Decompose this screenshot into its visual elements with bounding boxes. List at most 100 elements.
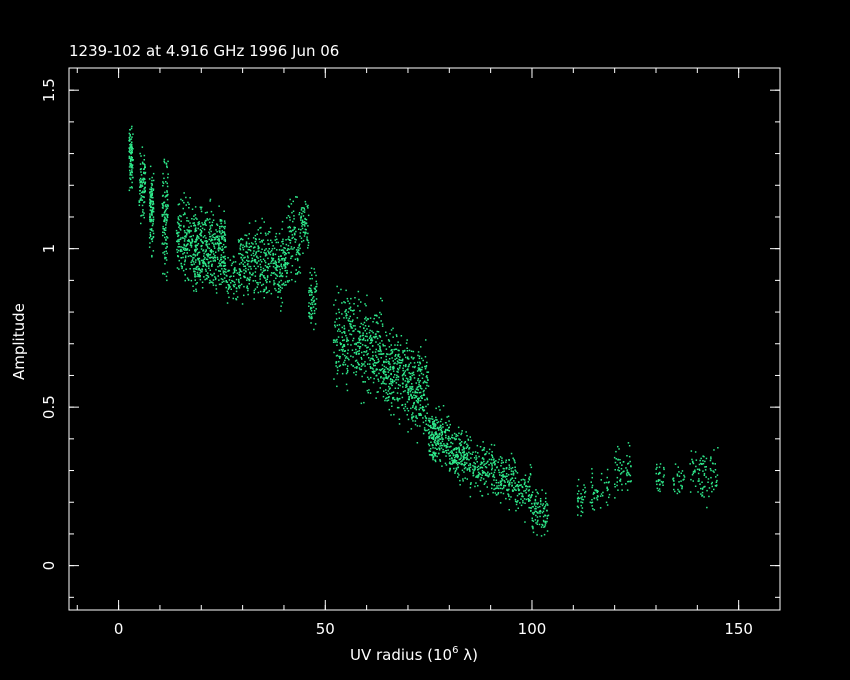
data-point <box>363 321 366 324</box>
data-point <box>426 412 428 414</box>
data-point <box>521 493 524 495</box>
data-point <box>297 247 299 249</box>
data-point <box>354 325 356 327</box>
data-point <box>245 270 247 272</box>
data-point <box>591 486 593 489</box>
data-point <box>183 226 185 228</box>
data-point <box>435 416 437 419</box>
data-point <box>408 388 410 391</box>
data-point <box>272 245 274 247</box>
data-point <box>376 356 378 358</box>
data-point <box>477 465 480 467</box>
data-point <box>438 405 440 408</box>
data-point <box>428 432 430 435</box>
data-point <box>406 401 409 403</box>
data-point <box>358 298 360 301</box>
data-point <box>504 481 506 483</box>
data-point <box>396 370 398 373</box>
data-point <box>294 280 297 283</box>
data-point <box>166 218 168 220</box>
data-point <box>228 284 230 287</box>
data-point <box>346 389 349 392</box>
data-point <box>387 360 389 363</box>
data-point <box>268 263 270 265</box>
data-point <box>200 239 202 242</box>
data-point <box>486 474 488 477</box>
data-point <box>259 241 261 243</box>
data-point <box>692 480 694 482</box>
data-point <box>211 274 214 276</box>
data-point <box>358 337 360 340</box>
data-point <box>628 445 631 447</box>
data-point <box>364 303 366 305</box>
data-point <box>192 268 195 270</box>
data-point <box>616 481 618 483</box>
data-point <box>581 511 584 514</box>
data-point <box>142 214 145 216</box>
data-point <box>714 463 716 465</box>
data-point <box>287 226 289 229</box>
data-point <box>577 514 579 516</box>
data-point <box>403 373 405 375</box>
data-point <box>209 200 211 202</box>
data-point <box>225 271 227 273</box>
data-point <box>710 476 712 479</box>
data-point <box>422 432 425 435</box>
data-point <box>368 331 371 334</box>
data-point <box>391 381 393 383</box>
data-point <box>533 504 536 506</box>
data-point <box>262 270 265 272</box>
data-point <box>239 253 241 255</box>
data-point <box>448 455 451 457</box>
data-point <box>262 267 265 270</box>
data-point <box>143 201 146 203</box>
data-point <box>188 240 190 242</box>
data-point <box>309 308 312 310</box>
data-point <box>282 243 284 245</box>
data-point <box>267 239 269 241</box>
data-point <box>335 318 338 320</box>
data-point <box>292 248 294 250</box>
data-point <box>182 237 184 239</box>
data-point <box>411 418 413 420</box>
data-point <box>356 367 358 369</box>
data-point <box>196 237 198 239</box>
data-point <box>206 243 208 246</box>
data-point <box>443 451 445 453</box>
data-point <box>164 233 166 235</box>
data-point <box>450 441 452 444</box>
data-point <box>470 457 472 459</box>
data-point <box>364 325 367 327</box>
data-point <box>245 245 248 247</box>
data-point <box>657 473 660 475</box>
data-point <box>338 365 341 367</box>
data-point <box>162 231 164 233</box>
data-point <box>210 230 212 233</box>
data-point <box>520 492 522 494</box>
data-point <box>256 233 258 235</box>
data-point <box>438 440 440 442</box>
data-point <box>518 489 520 492</box>
data-point <box>364 329 366 332</box>
data-point <box>366 353 368 356</box>
data-point <box>515 470 517 473</box>
data-point <box>359 336 361 338</box>
data-point <box>233 271 236 273</box>
data-point <box>274 273 277 275</box>
data-point <box>307 247 309 249</box>
data-point <box>306 236 308 238</box>
data-point <box>369 348 371 351</box>
data-point <box>480 463 483 465</box>
data-point <box>148 246 151 248</box>
data-point <box>204 220 207 222</box>
data-point <box>341 302 343 304</box>
data-point <box>334 341 337 343</box>
data-point <box>357 345 359 347</box>
data-point <box>128 156 131 158</box>
data-point <box>343 339 345 341</box>
data-point <box>510 452 513 455</box>
data-point <box>280 245 282 247</box>
data-point <box>490 458 493 461</box>
data-point <box>428 449 430 452</box>
data-point <box>348 302 351 305</box>
